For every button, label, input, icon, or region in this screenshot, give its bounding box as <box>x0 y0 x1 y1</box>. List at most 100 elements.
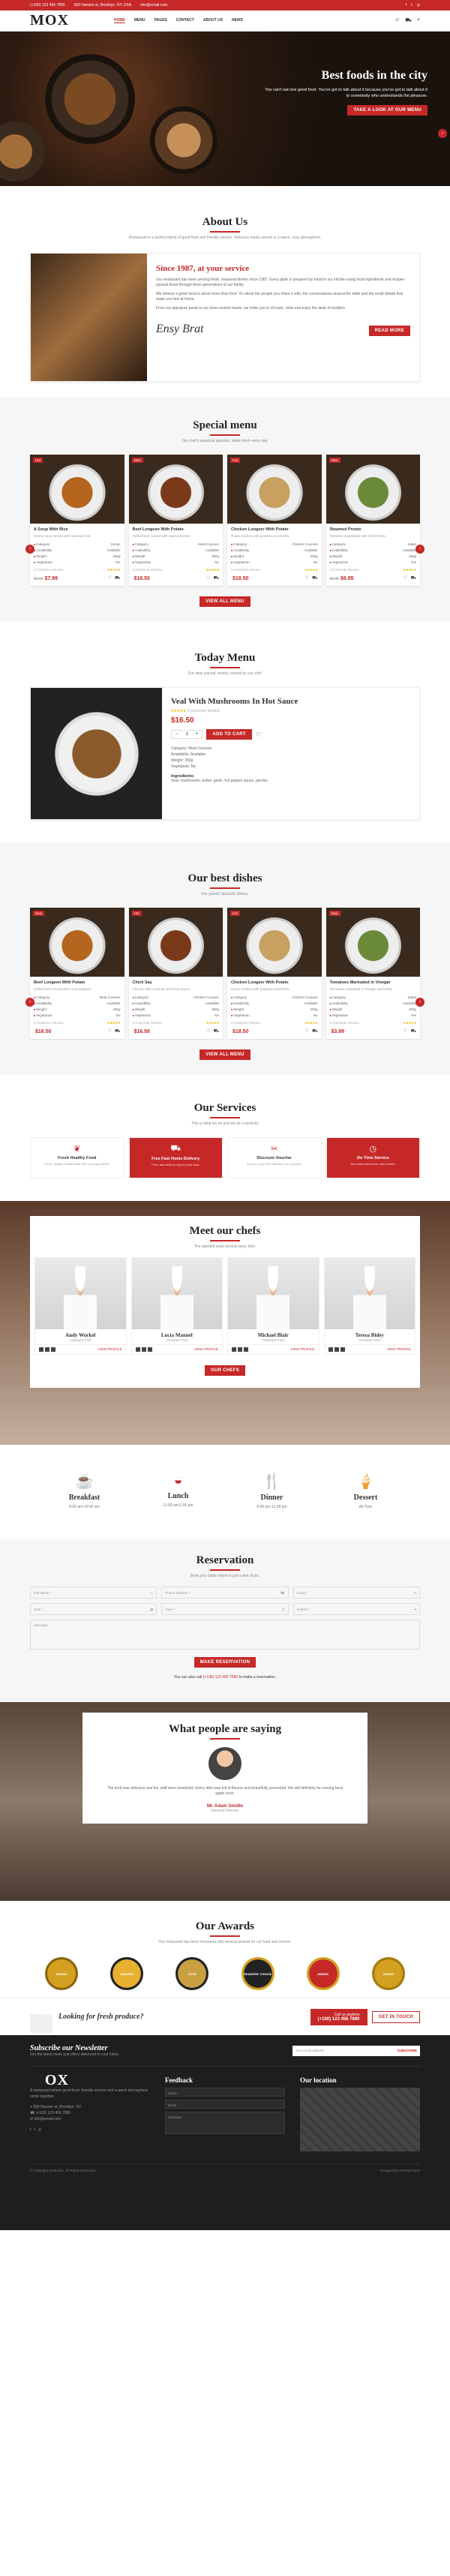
dish-card[interactable]: New Tomatoes Marinated in Vinegar Tomato… <box>326 908 420 1039</box>
add-to-cart-button[interactable]: ADD TO CART <box>206 729 252 740</box>
view-profile-link[interactable]: VIEW PROFILE <box>290 1347 314 1352</box>
carousel-next-icon[interactable]: › <box>416 545 424 554</box>
make-reservation-button[interactable]: MAKE RESERVATION <box>194 1657 256 1668</box>
cart-icon[interactable]: ⛟ <box>213 1028 219 1034</box>
our-chefs-button[interactable]: OUR CHEFS <box>204 1365 246 1376</box>
facebook-icon[interactable] <box>232 1347 236 1352</box>
cart-icon[interactable]: ⛟ <box>410 575 416 581</box>
heart-icon[interactable]: ♡ <box>206 575 210 581</box>
heart-icon[interactable]: ♡ <box>404 575 407 581</box>
heart-icon[interactable]: ♡ <box>305 1028 309 1034</box>
dish-card[interactable]: Hot A Soup With Rice Hearty soup served … <box>30 455 124 586</box>
dish-name[interactable]: Beef Longeen With Potato <box>34 980 121 985</box>
view-all-menu-button[interactable]: VIEW ALL MENU <box>200 1049 250 1060</box>
minus-icon[interactable]: − <box>172 731 182 738</box>
cart-icon[interactable]: ⛟ <box>312 1028 318 1034</box>
heart-icon[interactable]: ♡ <box>305 575 309 581</box>
newsletter-email-input[interactable]: Your email address SUBSCRIBE <box>292 2045 420 2056</box>
full-name-field[interactable]: Full Name * ☺ <box>30 1587 158 1599</box>
dish-card[interactable]: Hot Chicken Longeer With Potato Roast ch… <box>227 455 322 586</box>
message-textarea[interactable]: Message <box>30 1620 420 1650</box>
dish-name[interactable]: Tomatoes Marinated in Vinegar <box>330 980 417 985</box>
nav-item-menu[interactable]: MENU <box>134 18 146 23</box>
dish-image[interactable]: New <box>30 908 124 977</box>
dish-image[interactable]: New <box>326 908 420 977</box>
heart-icon[interactable]: ♡ <box>404 1028 407 1034</box>
hero-menu-button[interactable]: TAKE A LOOK AT OUR MENU <box>347 105 428 116</box>
carousel-prev-icon[interactable]: ‹ <box>26 998 34 1007</box>
dish-image[interactable]: Hot <box>227 455 322 524</box>
email-field[interactable]: Email * ✉ <box>292 1587 420 1599</box>
twitter-icon[interactable] <box>238 1347 242 1352</box>
logo[interactable]: MOX <box>30 12 69 29</box>
view-profile-link[interactable]: VIEW PROFILE <box>387 1347 411 1352</box>
subscribe-button[interactable]: SUBSCRIBE <box>397 2049 417 2053</box>
dish-image[interactable]: Hot <box>227 908 322 977</box>
feedback-message-input[interactable]: Message <box>165 2112 285 2134</box>
dish-name[interactable]: Beef Longeen With Potato <box>133 527 220 532</box>
search-icon[interactable]: ⌕ <box>417 17 420 24</box>
dish-name[interactable]: Chicken Longeer With Potato <box>231 980 318 985</box>
heart-icon[interactable]: ♡ <box>256 731 261 738</box>
cart-icon[interactable]: ⛟ <box>213 575 219 581</box>
plus-icon[interactable]: + <box>192 731 202 738</box>
instagram-icon[interactable] <box>340 1347 345 1352</box>
dish-image[interactable]: New <box>326 455 420 524</box>
feedback-name-input[interactable]: Name <box>165 2088 285 2097</box>
quantity-stepper[interactable]: −1 + <box>171 730 203 739</box>
twitter-icon[interactable] <box>141 1347 146 1352</box>
instagram-icon[interactable] <box>147 1347 152 1352</box>
phone-field[interactable]: Phone Number * ☎ <box>161 1587 289 1599</box>
dish-image[interactable]: New <box>128 455 223 524</box>
feedback-email-input[interactable]: Email <box>165 2100 285 2109</box>
location-map[interactable] <box>300 2088 420 2151</box>
view-profile-link[interactable]: VIEW PROFILE <box>98 1347 122 1352</box>
instagram-icon[interactable] <box>244 1347 248 1352</box>
instagram-icon[interactable] <box>51 1347 56 1352</box>
instagram-icon[interactable]: ◎ <box>38 2127 41 2133</box>
dish-name[interactable]: Chicken Longeer With Potato <box>231 527 318 532</box>
dish-name[interactable]: Chick Say <box>133 980 220 985</box>
view-all-menu-button[interactable]: VIEW ALL MENU <box>200 596 250 607</box>
instagram-icon[interactable]: ◎ <box>417 3 420 8</box>
dish-image[interactable]: Hot <box>128 908 223 977</box>
dish-card[interactable]: New Steamed Prosto Steamed vegetables wi… <box>326 455 420 586</box>
carousel-next-icon[interactable]: › <box>416 998 424 1007</box>
nav-item-pages[interactable]: PAGES <box>154 18 167 23</box>
carousel-prev-icon[interactable]: ‹ <box>26 545 34 554</box>
user-icon[interactable]: ☺ <box>394 17 400 24</box>
cart-icon[interactable]: ⛟ <box>405 17 412 24</box>
twitter-icon[interactable] <box>45 1347 50 1352</box>
nav-item-about[interactable]: ABOUT US <box>203 18 223 23</box>
read-more-button[interactable]: READ MORE <box>368 326 410 336</box>
dish-name[interactable]: Steamed Prosto <box>330 527 417 532</box>
facebook-icon[interactable] <box>328 1347 333 1352</box>
twitter-icon[interactable]: t <box>411 3 412 8</box>
dish-card[interactable]: Hot Chick Say Chicken with a tomato and … <box>128 908 223 1039</box>
nav-item-home[interactable]: HOME <box>113 18 125 23</box>
guests-field[interactable]: Guests * ▾ <box>292 1603 420 1615</box>
heart-icon[interactable]: ♡ <box>206 1028 210 1034</box>
dish-card[interactable]: New Beef Longeen With Potato Grilled bee… <box>30 908 124 1039</box>
dish-name[interactable]: A Soup With Rice <box>34 527 121 532</box>
date-field[interactable]: Date * ▦ <box>30 1603 158 1615</box>
view-profile-link[interactable]: VIEW PROFILE <box>194 1347 218 1352</box>
heart-icon[interactable]: ♡ <box>108 575 112 581</box>
dish-image[interactable]: Hot <box>30 455 124 524</box>
dish-card[interactable]: New Beef Longeen With Potato Grilled bee… <box>128 455 223 586</box>
time-field[interactable]: Time * ◷ <box>161 1603 289 1615</box>
facebook-icon[interactable] <box>39 1347 44 1352</box>
cart-icon[interactable]: ⛟ <box>115 1028 121 1034</box>
footer-logo[interactable]: MOX <box>30 2073 150 2088</box>
nav-item-news[interactable]: NEWS <box>232 18 243 23</box>
get-in-touch-button[interactable]: GET IN TOUCH <box>371 2010 420 2023</box>
twitter-icon[interactable] <box>334 1347 339 1352</box>
cart-icon[interactable]: ⛟ <box>312 575 318 581</box>
facebook-icon[interactable] <box>135 1347 140 1352</box>
nav-item-contact[interactable]: CONTACT <box>176 18 194 23</box>
slider-next-icon[interactable]: › <box>438 129 447 138</box>
heart-icon[interactable]: ♡ <box>108 1028 112 1034</box>
facebook-icon[interactable]: f <box>30 2127 31 2133</box>
cart-icon[interactable]: ⛟ <box>410 1028 416 1034</box>
cart-icon[interactable]: ⛟ <box>115 575 121 581</box>
